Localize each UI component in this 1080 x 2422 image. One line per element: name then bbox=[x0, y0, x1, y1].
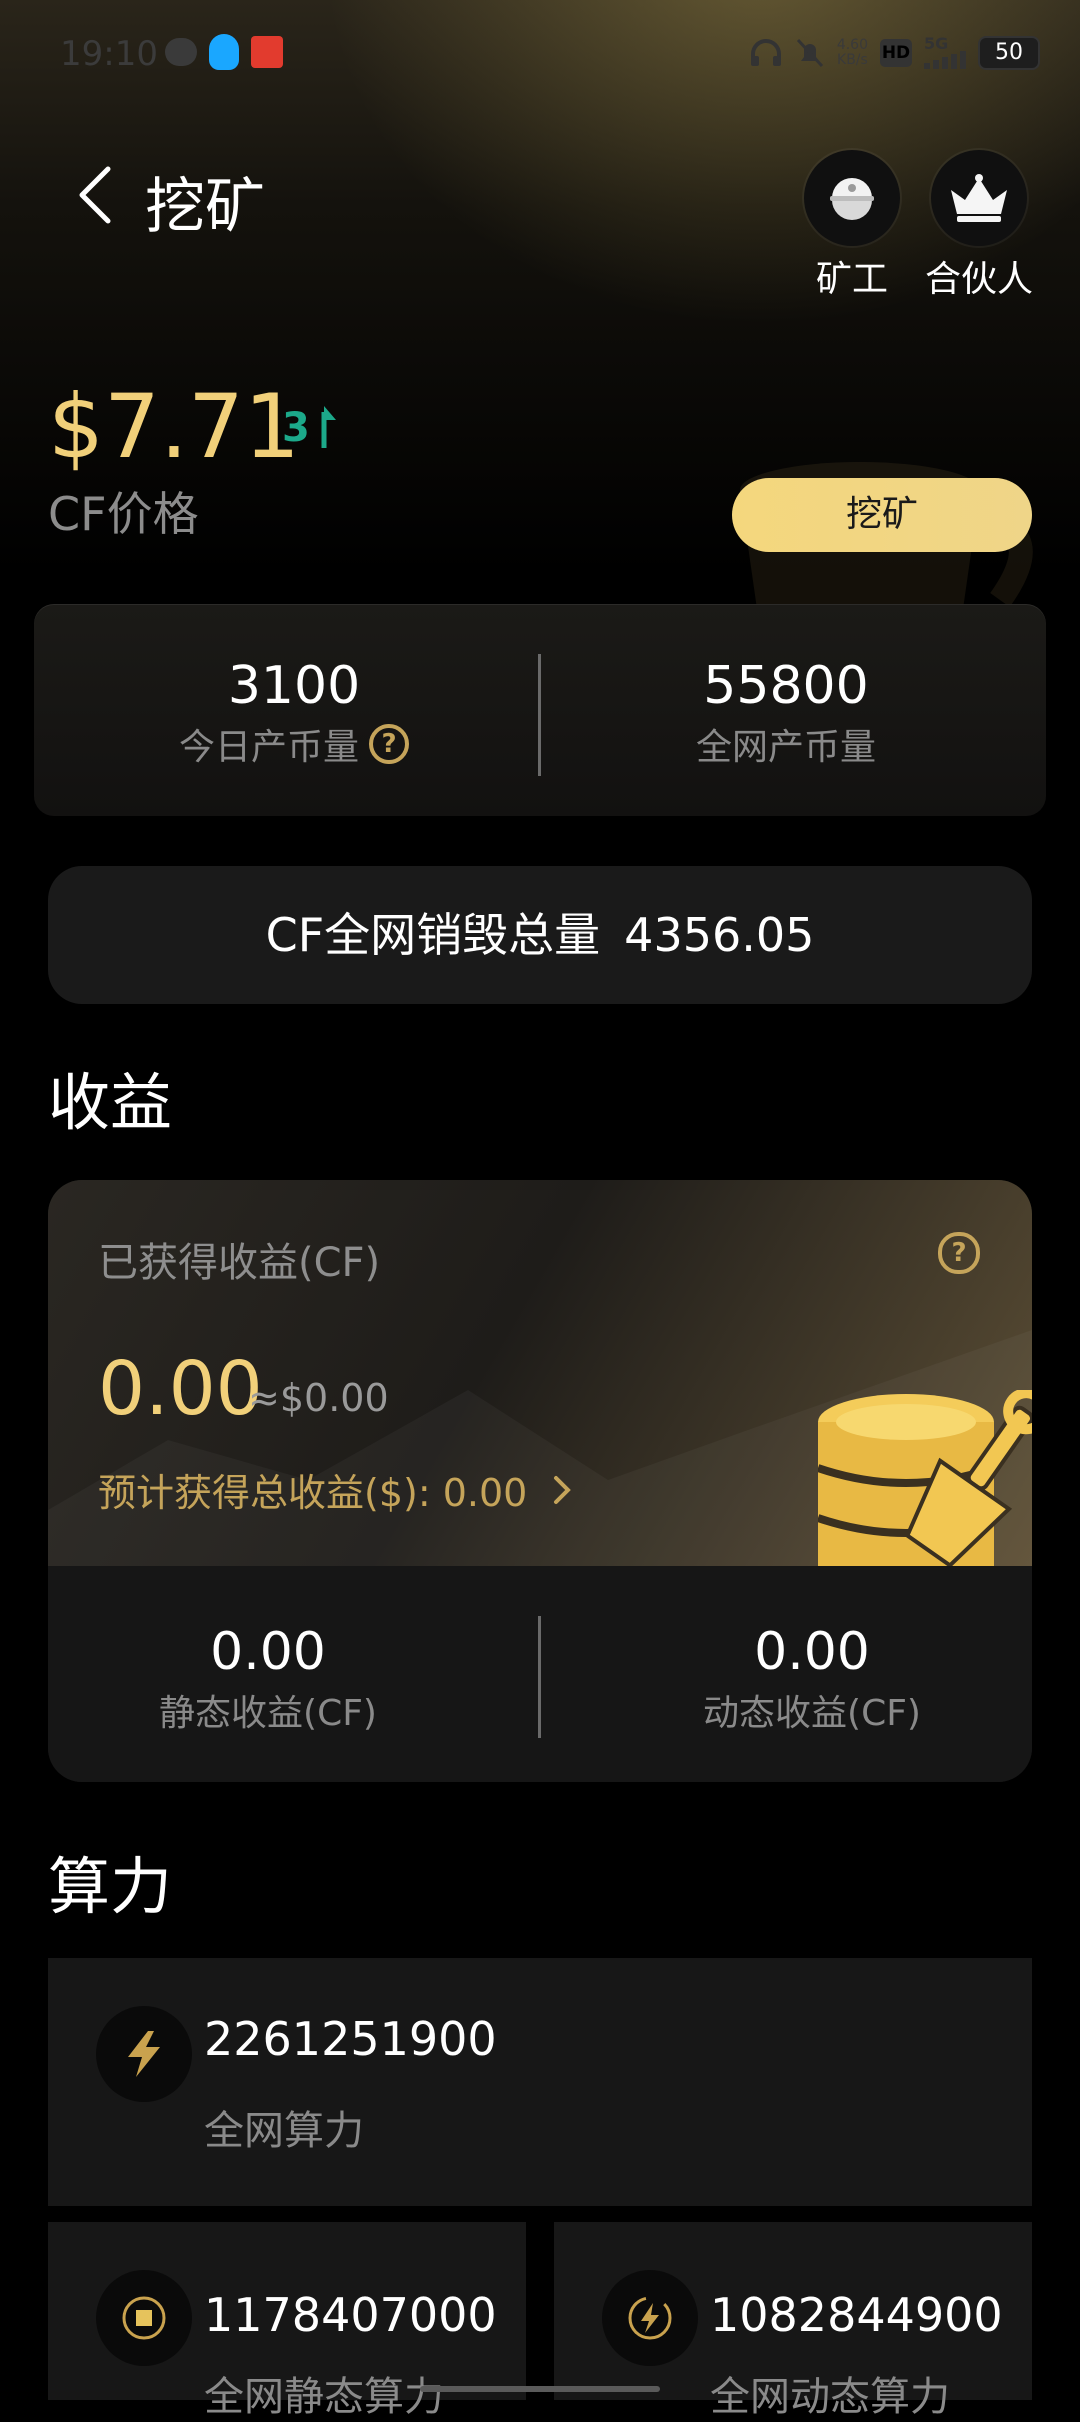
help-icon[interactable]: ? bbox=[369, 724, 409, 764]
output-stats-panel: 3100 今日产币量 ? 55800 全网产币量 bbox=[34, 604, 1046, 816]
earnings-breakdown: 0.00 静态收益(CF) 0.00 动态收益(CF) bbox=[48, 1566, 1032, 1782]
help-icon: ? bbox=[938, 1232, 980, 1274]
today-output-value: 3100 bbox=[227, 656, 361, 716]
hash-section-title: 算力 bbox=[48, 1850, 173, 1923]
miner-avatar bbox=[804, 150, 900, 246]
network-output-stat: 55800 全网产币量 bbox=[546, 656, 1026, 770]
price-change: 3 bbox=[282, 405, 338, 451]
home-indicator[interactable] bbox=[420, 2386, 660, 2392]
back-arrow-icon[interactable] bbox=[72, 165, 122, 225]
burn-total-card: CF全网销毁总量 4356.05 bbox=[48, 866, 1032, 1004]
page-title: 挖矿 bbox=[145, 172, 265, 242]
total-hash-value: 2261251900 bbox=[204, 2012, 497, 2066]
cellular-signal: 5G bbox=[924, 34, 966, 69]
stats-divider bbox=[538, 654, 541, 776]
estimated-earnings-text: 预计获得总收益($): 0.00 bbox=[98, 1471, 528, 1515]
system-icons: 4.60 KB/s HD 5G 50 bbox=[749, 36, 1040, 70]
mine-button[interactable]: 挖矿 bbox=[732, 478, 1032, 552]
earned-label: 已获得收益(CF) bbox=[98, 1240, 381, 1286]
wechat-icon bbox=[165, 38, 197, 66]
hd-badge: HD bbox=[880, 39, 912, 67]
static-hash-value: 1178407000 bbox=[204, 2288, 497, 2342]
notification-icons bbox=[165, 34, 283, 70]
miner-button[interactable]: 矿工 bbox=[787, 150, 917, 302]
chevron-right-icon bbox=[554, 1475, 572, 1504]
dynamic-hash-icon-wrap bbox=[602, 2270, 698, 2366]
mute-icon bbox=[796, 38, 823, 68]
static-power-icon bbox=[122, 2296, 166, 2340]
earnings-card: 已获得收益(CF) ? 0.00 ≈$0.00 预计获得总收益($): 0.00… bbox=[48, 1180, 1032, 1782]
static-hash-card: 1178407000 全网静态算力 bbox=[48, 2222, 526, 2420]
cf-price-label: CF价格 bbox=[48, 487, 199, 541]
total-hash-card: 2261251900 全网算力 bbox=[48, 1958, 1032, 2206]
static-earnings-value: 0.00 bbox=[210, 1622, 326, 1682]
net-speed-unit: KB/s bbox=[837, 52, 868, 68]
cf-price: $7.71 bbox=[48, 375, 300, 478]
today-output-label: 今日产币量 bbox=[178, 727, 359, 768]
dynamic-power-icon bbox=[628, 2296, 672, 2340]
battery-indicator: 50 bbox=[978, 36, 1040, 70]
partner-avatar bbox=[931, 150, 1027, 246]
partner-button[interactable]: 合伙人 bbox=[914, 150, 1044, 302]
coins-shovel-icon bbox=[818, 1390, 1032, 1566]
qq-icon bbox=[209, 34, 239, 70]
earnings-help-button[interactable]: ? bbox=[938, 1232, 980, 1274]
partner-label: 合伙人 bbox=[924, 259, 1033, 300]
today-output-label-row: 今日产币量 ? bbox=[54, 718, 534, 770]
network-output-label: 全网产币量 bbox=[695, 727, 876, 768]
static-hash-label: 全网静态算力 bbox=[204, 2374, 444, 2420]
headphones-icon bbox=[750, 39, 781, 66]
network-speed: 4.60 KB/s bbox=[837, 38, 868, 68]
total-hash-icon-wrap bbox=[96, 2006, 192, 2102]
earnings-section-title: 收益 bbox=[48, 1066, 173, 1139]
miner-label: 矿工 bbox=[815, 259, 888, 300]
estimated-earnings-link[interactable]: 预计获得总收益($): 0.00 bbox=[98, 1462, 572, 1517]
dynamic-earnings-label: 动态收益(CF) bbox=[703, 1693, 921, 1734]
crown-icon bbox=[951, 174, 1007, 222]
static-earnings-stat: 0.00 静态收益(CF) bbox=[48, 1622, 488, 1736]
dynamic-hash-value: 1082844900 bbox=[710, 2288, 1003, 2342]
dynamic-earnings-value: 0.00 bbox=[754, 1622, 870, 1682]
dynamic-hash-label: 全网动态算力 bbox=[710, 2374, 950, 2420]
dynamic-earnings-stat: 0.00 动态收益(CF) bbox=[592, 1622, 1032, 1736]
lightning-icon bbox=[128, 2031, 160, 2077]
today-output-stat: 3100 今日产币量 ? bbox=[54, 656, 534, 770]
miner-helmet-icon bbox=[830, 178, 874, 220]
earnings-divider bbox=[538, 1616, 541, 1738]
network-type: 5G bbox=[924, 34, 949, 53]
signal-bars-icon bbox=[924, 51, 966, 69]
status-time: 19:10 bbox=[60, 34, 158, 74]
price-up-arrow-icon bbox=[321, 406, 336, 448]
static-hash-icon-wrap bbox=[96, 2270, 192, 2366]
price-change-value: 3 bbox=[282, 405, 310, 451]
total-hash-label: 全网算力 bbox=[204, 2108, 364, 2154]
burn-total-label: CF全网销毁总量 bbox=[265, 908, 601, 962]
dynamic-hash-card: 1082844900 全网动态算力 bbox=[554, 2222, 1032, 2420]
earned-usd: ≈$0.00 bbox=[248, 1376, 389, 1420]
app-notification-icon bbox=[251, 36, 283, 68]
status-bar: 19:10 4.60 KB/s HD 5G 50 bbox=[0, 0, 1080, 112]
static-earnings-label: 静态收益(CF) bbox=[159, 1693, 377, 1734]
net-speed-value: 4.60 bbox=[836, 37, 868, 53]
network-output-value: 55800 bbox=[703, 656, 869, 716]
burn-total-value: 4356.05 bbox=[624, 908, 815, 962]
earned-value: 0.00 bbox=[98, 1346, 263, 1432]
